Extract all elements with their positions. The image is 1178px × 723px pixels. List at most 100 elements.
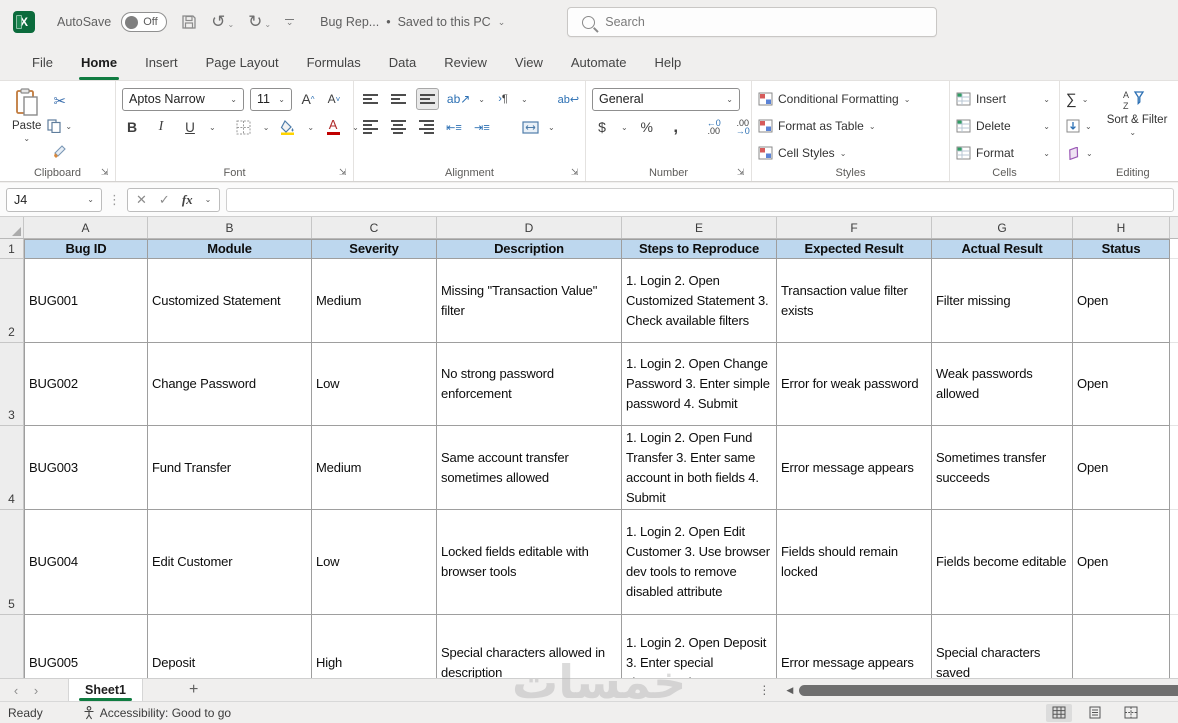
copy-button[interactable]: ⌄ xyxy=(47,115,72,137)
autosave-toggle[interactable]: Off xyxy=(121,12,168,32)
header-cell-module[interactable]: Module xyxy=(148,239,312,259)
ribbon-tab[interactable]: Automate xyxy=(557,47,641,78)
header-cell-status[interactable]: Status xyxy=(1073,239,1170,259)
sort-filter-button[interactable]: A Z Sort & Filter ⌄ xyxy=(1101,86,1168,165)
cell-actual[interactable]: Fields become editable xyxy=(932,510,1073,615)
ribbon-tab[interactable]: View xyxy=(501,47,557,78)
accounting-chevron-icon[interactable]: ⌄ xyxy=(621,123,628,132)
ribbon-tab[interactable]: Insert xyxy=(131,47,192,78)
new-sheet-button[interactable]: + xyxy=(189,681,198,699)
header-cell-actual[interactable]: Actual Result xyxy=(932,239,1073,259)
cell-actual[interactable]: Weak passwords allowed xyxy=(932,343,1073,426)
top-align-button[interactable] xyxy=(360,88,380,110)
tabbar-options-icon[interactable]: ⋮ xyxy=(758,683,770,697)
cell-expected[interactable]: Error for weak password xyxy=(777,343,932,426)
cell-description[interactable]: No strong password enforcement xyxy=(437,343,622,426)
wrap-text-button[interactable]: ab↩ xyxy=(558,88,579,110)
column-header[interactable]: D xyxy=(437,217,622,238)
undo-button[interactable]: ↺ ⌄ xyxy=(211,12,234,32)
redo-button[interactable]: ↻ ⌄ xyxy=(248,12,271,32)
header-cell-expected[interactable]: Expected Result xyxy=(777,239,932,259)
cell-status[interactable]: Open xyxy=(1073,426,1170,510)
page-layout-view-button[interactable] xyxy=(1082,704,1108,722)
cell-expected[interactable]: Fields should remain locked xyxy=(777,510,932,615)
find-select-button[interactable]: Find & Select xyxy=(1167,86,1178,165)
decrease-indent-button[interactable]: ⇤≡ xyxy=(444,116,464,138)
number-dialog-launcher[interactable] xyxy=(737,168,747,178)
clear-button[interactable]: ⌄ xyxy=(1066,141,1093,165)
fill-button[interactable]: ⌄ xyxy=(1066,114,1093,138)
header-cell-steps[interactable]: Steps to Reproduce xyxy=(622,239,777,259)
decrease-font-button[interactable]: A ˅ xyxy=(324,88,344,110)
next-sheet-button[interactable]: › xyxy=(26,683,46,698)
cell-description[interactable]: Same account transfer sometimes allowed xyxy=(437,426,622,510)
copy-chevron-icon[interactable]: ⌄ xyxy=(65,122,72,131)
row-number[interactable]: 2 xyxy=(0,259,24,343)
search-input[interactable]: Search xyxy=(567,7,938,37)
format-painter-button[interactable] xyxy=(47,140,72,162)
font-name-select[interactable]: Aptos Narrow ⌄ xyxy=(122,87,244,111)
formula-input[interactable] xyxy=(226,187,1174,212)
cell-steps[interactable]: 1. Login 2. Open Edit Customer 3. Use br… xyxy=(622,510,777,615)
column-header[interactable]: H xyxy=(1073,217,1170,238)
bold-button[interactable]: B xyxy=(122,116,142,138)
normal-view-button[interactable] xyxy=(1046,703,1072,722)
cell-status[interactable]: Open xyxy=(1073,510,1170,615)
ribbon-tab[interactable]: File xyxy=(18,47,67,78)
align-left-button[interactable] xyxy=(360,116,380,138)
orientation-button[interactable]: ab↗ xyxy=(447,88,470,110)
styles-menu-button[interactable]: Cell Styles ⌄ xyxy=(758,141,943,165)
increase-decimal-button[interactable]: ←0.00 xyxy=(704,116,724,138)
merge-center-chevron-icon[interactable]: ⌄ xyxy=(548,123,555,132)
excel-app-icon[interactable]: X xyxy=(13,11,35,33)
middle-align-button[interactable] xyxy=(388,88,408,110)
cell-actual[interactable]: Sometimes transfer succeeds xyxy=(932,426,1073,510)
horizontal-scrollbar[interactable]: ◀ xyxy=(786,684,1178,696)
autosum-button[interactable]: ∑ ⌄ xyxy=(1066,87,1093,111)
cell-severity[interactable]: Low xyxy=(312,343,437,426)
cells-menu-button[interactable]: Format ⌄ xyxy=(956,141,1050,165)
cut-button[interactable]: ✂ xyxy=(47,90,72,112)
row-number[interactable]: 6 xyxy=(0,615,24,678)
column-header[interactable]: E xyxy=(622,217,777,238)
percent-style-button[interactable]: % xyxy=(637,116,657,138)
fill-color-button[interactable] xyxy=(278,116,298,138)
cell-bug-id[interactable]: BUG001 xyxy=(24,259,148,343)
accessibility-status[interactable]: Accessibility: Good to go xyxy=(83,706,231,720)
font-dialog-launcher[interactable] xyxy=(339,168,349,178)
ribbon-tab[interactable]: Formulas xyxy=(293,47,375,78)
number-format-select[interactable]: General ⌄ xyxy=(592,87,740,111)
scroll-left-icon[interactable]: ◀ xyxy=(786,685,793,696)
cell-steps[interactable]: 1. Login 2. Open Fund Transfer 3. Enter … xyxy=(622,426,777,510)
formula-bar-handle[interactable]: ⋮ xyxy=(108,192,121,208)
paste-button[interactable]: Paste ⌄ xyxy=(6,86,47,162)
cancel-entry-button[interactable]: ✕ xyxy=(136,192,147,208)
ribbon-tab[interactable]: Help xyxy=(641,47,696,78)
cell-bug-id[interactable]: BUG004 xyxy=(24,510,148,615)
confirm-entry-button[interactable]: ✓ xyxy=(159,192,170,208)
accounting-format-button[interactable]: $ xyxy=(592,116,612,138)
cell-description[interactable]: Missing "Transaction Value" filter xyxy=(437,259,622,343)
header-cell-description[interactable]: Description xyxy=(437,239,622,259)
clipboard-dialog-launcher[interactable] xyxy=(101,168,111,178)
increase-font-button[interactable]: A ^ xyxy=(298,88,318,110)
cell-expected[interactable]: Error message appears xyxy=(777,426,932,510)
name-box[interactable]: J4 ⌄ xyxy=(6,187,102,212)
ribbon-tab[interactable]: Data xyxy=(375,47,430,78)
cell-actual[interactable]: Filter missing xyxy=(932,259,1073,343)
row-number[interactable]: 1 xyxy=(0,239,24,259)
styles-menu-button[interactable]: Format as Table ⌄ xyxy=(758,114,943,138)
cell-expected[interactable]: Transaction value filter exists xyxy=(777,259,932,343)
redo-chevron-icon[interactable]: ⌄ xyxy=(264,20,271,29)
cell-steps[interactable]: 1. Login 2. Open Change Password 3. Ente… xyxy=(622,343,777,426)
italic-button[interactable]: I xyxy=(151,116,171,138)
fill-color-chevron-icon[interactable]: ⌄ xyxy=(307,123,314,132)
cell-bug-id[interactable]: BUG005 xyxy=(24,615,148,678)
undo-chevron-icon[interactable]: ⌄ xyxy=(227,20,234,29)
font-size-select[interactable]: 11 ⌄ xyxy=(250,87,292,111)
paste-chevron-icon[interactable]: ⌄ xyxy=(23,134,30,143)
cell-bug-id[interactable]: BUG002 xyxy=(24,343,148,426)
column-header[interactable]: F xyxy=(777,217,932,238)
borders-button[interactable] xyxy=(234,116,254,138)
column-header[interactable]: A xyxy=(24,217,148,238)
